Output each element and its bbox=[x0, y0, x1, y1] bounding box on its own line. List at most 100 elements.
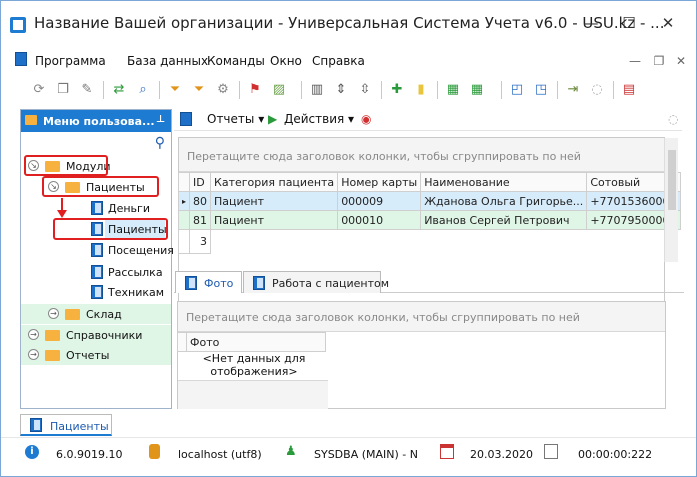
search-icon[interactable]: ⌕ bbox=[133, 79, 153, 101]
maximize-button[interactable]: ☐ bbox=[614, 11, 644, 35]
mdi-close-button[interactable]: ✕ bbox=[674, 54, 688, 68]
stop-icon[interactable]: ◉ bbox=[361, 112, 371, 126]
column-header-photo[interactable]: Фото bbox=[186, 332, 326, 352]
table-header-row: ID Категория пациента Номер карты Наимен… bbox=[177, 172, 681, 192]
filter-icon[interactable]: ⏷ bbox=[165, 79, 185, 101]
tab-patient-work[interactable]: Работа с пациентом bbox=[243, 271, 389, 293]
clock-icon bbox=[544, 444, 558, 459]
excel-import-icon[interactable]: ▦ bbox=[467, 79, 487, 101]
image-icon[interactable]: ▨ bbox=[269, 79, 289, 101]
panel-header: Меню пользова... ⊥ bbox=[21, 110, 171, 132]
menu-commands[interactable]: Команды bbox=[207, 54, 265, 68]
menu-database[interactable]: База данных bbox=[127, 54, 208, 68]
menu-window[interactable]: Окно bbox=[270, 54, 302, 68]
calendar-icon bbox=[440, 444, 454, 459]
window-icon[interactable]: ◳ bbox=[531, 79, 551, 101]
search-icon[interactable]: ⚲ bbox=[155, 135, 165, 151]
column-header-card-number[interactable]: Номер карты bbox=[337, 172, 422, 192]
refresh-icon[interactable]: ⟳ bbox=[29, 79, 49, 101]
document-icon bbox=[91, 285, 103, 299]
column-header-name[interactable]: Наименование bbox=[420, 172, 588, 192]
content-toolbar: Отчеты ▾ ▶ Действия ▾ ◉ ◌ bbox=[174, 109, 682, 131]
group-hint: Перетащите сюда заголовок колонки, чтобы… bbox=[178, 302, 665, 332]
column-header-id[interactable]: ID bbox=[189, 172, 212, 192]
version-label: 6.0.9019.10 bbox=[56, 448, 123, 461]
calendar-icon[interactable]: ▤ bbox=[619, 79, 639, 101]
app-icon bbox=[10, 17, 26, 33]
time-label: 00:00:00:222 bbox=[578, 448, 653, 461]
row-indicator-icon: ▸ bbox=[177, 191, 191, 211]
table-row[interactable]: ▸ 80 Пациент 000009 Жданова Ольга Григор… bbox=[177, 191, 681, 211]
new-window-icon[interactable]: ◰ bbox=[507, 79, 527, 101]
mdi-restore-button[interactable]: ❐ bbox=[652, 54, 666, 68]
tree-item-reports[interactable]: → Отчеты bbox=[21, 345, 171, 365]
menu-bar: Программа База данных Команды Окно Справ… bbox=[15, 50, 697, 72]
host-label: localhost (utf8) bbox=[178, 448, 262, 461]
help-icon[interactable]: ◌ bbox=[587, 79, 607, 101]
window-title: Название Вашей организации - Универсальн… bbox=[34, 14, 665, 32]
tree-item-money[interactable]: Деньги bbox=[21, 198, 171, 218]
expand-icon[interactable]: ⇕ bbox=[331, 79, 351, 101]
document-icon bbox=[253, 276, 265, 290]
help-icon[interactable]: ◌ bbox=[668, 112, 678, 126]
pin-icon[interactable]: ⊥ bbox=[156, 114, 165, 125]
actions-button[interactable]: Действия ▾ bbox=[284, 112, 354, 126]
document-icon bbox=[91, 243, 103, 257]
flag-icon[interactable]: ⚑ bbox=[245, 79, 265, 101]
columns-icon[interactable]: ▥ bbox=[307, 79, 327, 101]
scroll-thumb[interactable] bbox=[668, 150, 676, 210]
row-count: 3 bbox=[189, 229, 212, 254]
folder-icon bbox=[25, 115, 37, 125]
note-icon[interactable]: ▮ bbox=[411, 79, 431, 101]
minimize-button[interactable]: — bbox=[576, 11, 606, 35]
filter-clear-icon[interactable]: ⏷ bbox=[189, 79, 209, 101]
copy-icon[interactable]: ❐ bbox=[53, 79, 73, 101]
menu-program[interactable]: Программа bbox=[35, 54, 106, 68]
user-icon: ♟ bbox=[285, 444, 297, 459]
document-icon bbox=[30, 418, 42, 432]
folder-icon bbox=[45, 330, 60, 341]
expand-icon[interactable]: → bbox=[28, 329, 39, 340]
photo-grid[interactable]: Перетащите сюда заголовок колонки, чтобы… bbox=[177, 301, 666, 409]
column-header-category[interactable]: Категория пациента bbox=[210, 172, 339, 192]
tree-item-directories[interactable]: → Справочники bbox=[21, 325, 171, 345]
tree-item-warehouse[interactable]: → Склад bbox=[21, 304, 171, 324]
highlight-patients-group bbox=[42, 176, 159, 197]
tree-item-visits[interactable]: Посещения bbox=[21, 240, 174, 260]
menu-help[interactable]: Справка bbox=[312, 54, 365, 68]
document-icon bbox=[180, 112, 192, 126]
document-icon bbox=[185, 276, 197, 290]
mdi-minimize-button[interactable]: — bbox=[628, 54, 642, 68]
info-icon: i bbox=[25, 445, 39, 459]
reports-button[interactable]: Отчеты ▾ bbox=[207, 112, 264, 126]
close-button[interactable]: ✕ bbox=[653, 11, 683, 35]
document-icon bbox=[91, 265, 103, 279]
table-footer-row: 3 bbox=[177, 229, 681, 254]
arrow-down-icon bbox=[57, 198, 67, 218]
window-tab-patients[interactable]: Пациенты bbox=[20, 414, 112, 436]
panel-title: Меню пользова... bbox=[43, 115, 155, 128]
folder-icon bbox=[45, 350, 60, 361]
expand-icon[interactable]: → bbox=[28, 349, 39, 360]
filter-settings-icon[interactable]: ⚙ bbox=[213, 79, 233, 101]
tree-item-mailing[interactable]: Рассылка bbox=[21, 262, 171, 282]
exit-icon[interactable]: ⇥ bbox=[563, 79, 583, 101]
edit-icon[interactable]: ✎ bbox=[77, 79, 97, 101]
add-row-icon[interactable]: ✚ bbox=[387, 79, 407, 101]
user-label: SYSDBA (MAIN) - N bbox=[314, 448, 418, 461]
excel-export-icon[interactable]: ▦ bbox=[443, 79, 463, 101]
user-menu-panel: Меню пользова... ⊥ ⚲ ↘ Модули ↘ Пациенты… bbox=[20, 109, 174, 409]
tab-photo[interactable]: Фото bbox=[175, 271, 242, 293]
date-label: 20.03.2020 bbox=[470, 448, 533, 461]
detail-tabs: Фото Работа с пациентом bbox=[174, 269, 684, 293]
sync-icon[interactable]: ⇄ bbox=[109, 79, 129, 101]
main-toolbar: ⟳ ❐ ✎ ⇄ ⌕ ⏷ ⏷ ⚙ ⚑ ▨ ▥ ⇕ ⇳ ✚ ▮ ▦ ▦ ◰ ◳ ⇥ … bbox=[15, 76, 697, 106]
patients-table: ID Категория пациента Номер карты Наимен… bbox=[177, 172, 681, 254]
expand-icon[interactable]: → bbox=[48, 308, 59, 319]
document-icon bbox=[15, 52, 27, 66]
vertical-scrollbar[interactable] bbox=[664, 138, 678, 262]
table-row[interactable]: 81 Пациент 000010 Иванов Сергей Петрович… bbox=[177, 210, 681, 230]
folder-icon bbox=[65, 309, 80, 320]
collapse-icon[interactable]: ⇳ bbox=[355, 79, 375, 101]
tree-item-technicians[interactable]: Техникам bbox=[21, 282, 171, 302]
